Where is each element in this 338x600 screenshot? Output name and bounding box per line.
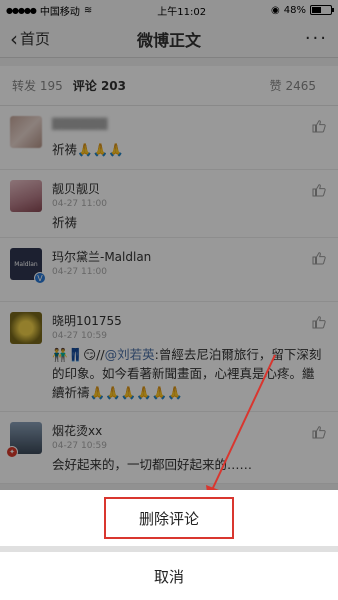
action-sheet: 删除评论 取消	[0, 490, 338, 600]
cancel-button[interactable]: 取消	[0, 552, 338, 600]
delete-row: 删除评论	[0, 490, 338, 546]
delete-comment-button[interactable]: 删除评论	[104, 497, 234, 539]
